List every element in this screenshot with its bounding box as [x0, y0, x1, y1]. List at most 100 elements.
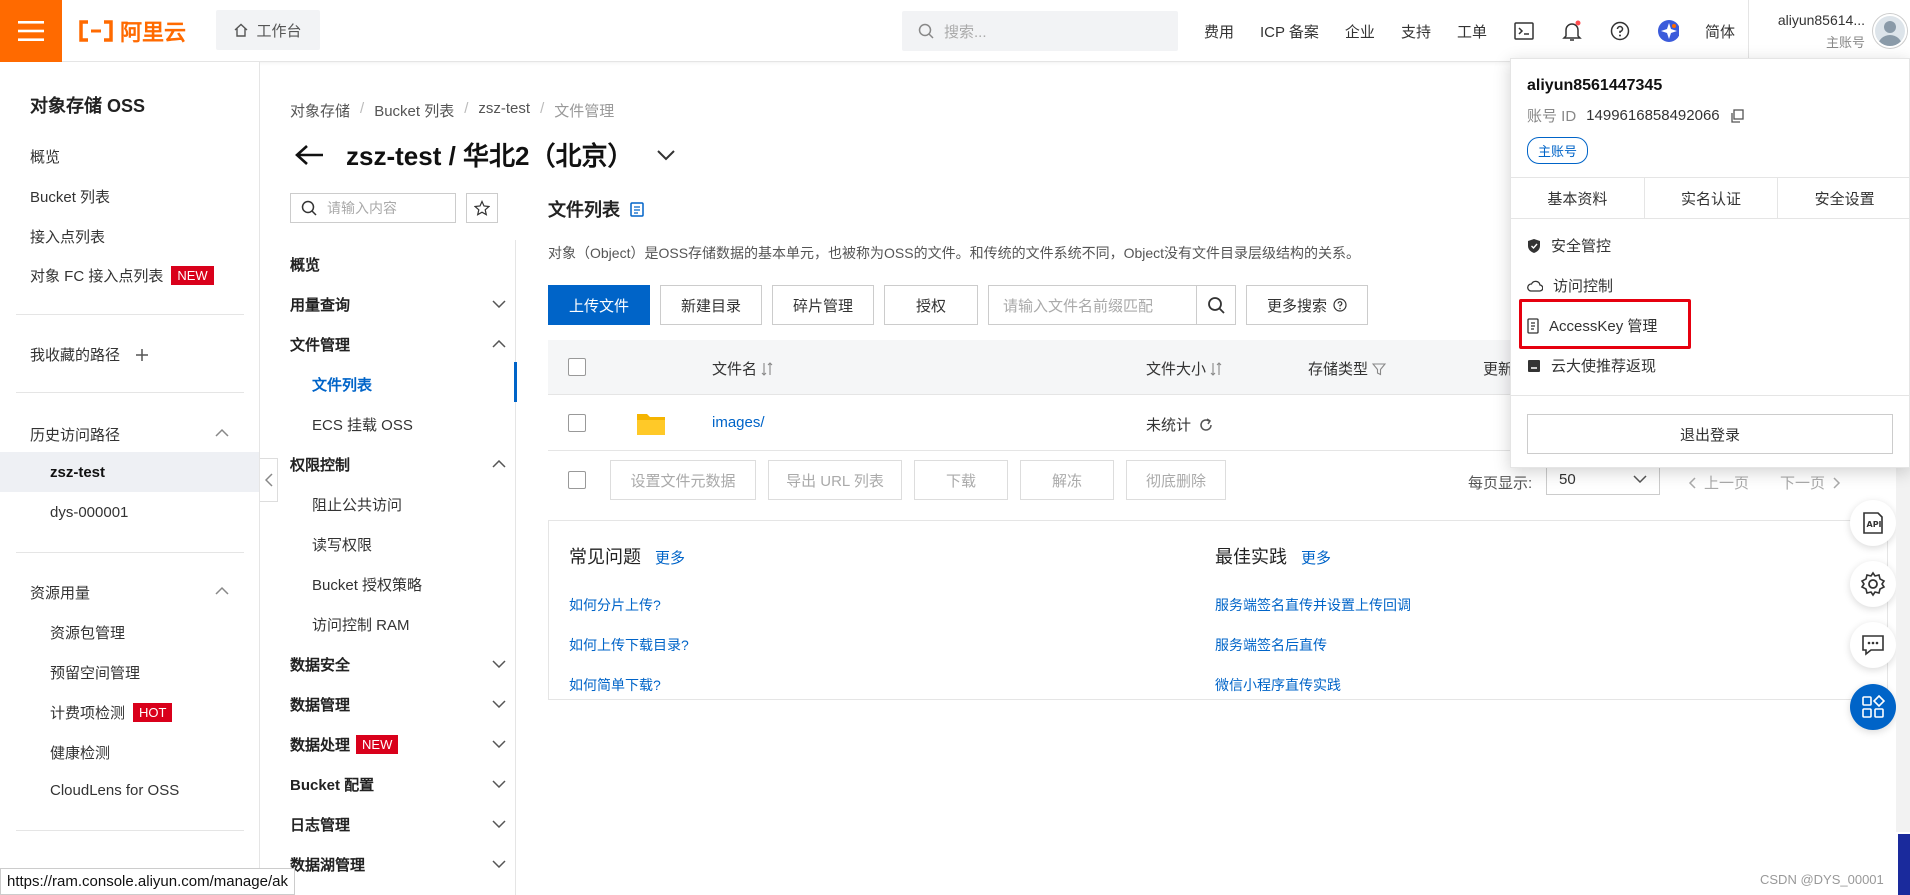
sidebar-section-resources[interactable]: 资源用量: [30, 582, 90, 603]
best-practice-link[interactable]: 微信小程序直传实践: [1215, 675, 1411, 695]
menu-item-referral[interactable]: 云大使推荐返现: [1527, 355, 1656, 376]
faq-link[interactable]: 如何上传下载目录?: [569, 635, 689, 655]
bucket-nav-usage[interactable]: 用量查询: [290, 284, 506, 324]
sidebar-collapse-button[interactable]: [260, 458, 278, 502]
file-search-button[interactable]: [1196, 285, 1236, 325]
back-arrow-icon[interactable]: [294, 143, 324, 167]
bucket-nav-data-security[interactable]: 数据安全: [290, 644, 506, 684]
favorite-star-button[interactable]: [466, 193, 498, 223]
history-item-dys[interactable]: dys-000001: [50, 504, 128, 521]
breadcrumb-oss[interactable]: 对象存储: [290, 100, 350, 121]
bucket-nav-data-management[interactable]: 数据管理: [290, 684, 506, 724]
download-button[interactable]: 下载: [914, 460, 1008, 500]
scrollbar-track[interactable]: [1896, 462, 1910, 832]
sidebar-section-history[interactable]: 历史访问路径: [30, 424, 120, 445]
nav-support[interactable]: 支持: [1401, 21, 1431, 42]
bucket-nav-bucket-config[interactable]: Bucket 配置: [290, 764, 506, 804]
plus-icon[interactable]: [134, 347, 150, 363]
footer-select-checkbox[interactable]: [568, 471, 586, 489]
faq-more-link[interactable]: 更多: [655, 547, 685, 568]
bucket-nav-ecs-mount[interactable]: ECS 挂载 OSS: [312, 404, 506, 444]
bucket-nav-data-processing[interactable]: 数据处理 NEW: [290, 724, 506, 764]
column-storage-class[interactable]: 存储类型: [1308, 358, 1387, 379]
nav-enterprise[interactable]: 企业: [1345, 21, 1375, 42]
help-icon[interactable]: [1609, 20, 1631, 42]
bucket-nav-search-input[interactable]: 请输入内容: [290, 193, 456, 223]
breadcrumb-bucket-list[interactable]: Bucket 列表: [374, 100, 454, 121]
sidebar-item-billing-check[interactable]: 计费项检测 HOT: [50, 702, 173, 723]
sidebar-item-access-points[interactable]: 接入点列表: [30, 226, 105, 247]
aliyun-logo[interactable]: 阿里云: [78, 15, 186, 47]
best-practices-more-link[interactable]: 更多: [1301, 547, 1331, 568]
sidebar-item-resource-packs[interactable]: 资源包管理: [50, 622, 125, 643]
bell-icon[interactable]: [1561, 20, 1583, 42]
column-filesize[interactable]: 文件大小: [1146, 358, 1222, 379]
refresh-icon[interactable]: [1199, 417, 1213, 432]
history-item-zsz-test[interactable]: zsz-test: [50, 464, 105, 481]
select-all-checkbox[interactable]: [568, 358, 586, 376]
language-switch[interactable]: 简体: [1705, 21, 1735, 42]
bucket-nav-file-management[interactable]: 文件管理: [290, 324, 506, 364]
chevron-up-icon[interactable]: [214, 428, 230, 438]
tab-basic-info[interactable]: 基本资料: [1511, 178, 1645, 218]
breadcrumb-bucket[interactable]: zsz-test: [478, 100, 530, 121]
bucket-nav-data-lake[interactable]: 数据湖管理: [290, 844, 506, 884]
fragment-management-button[interactable]: 碎片管理: [772, 285, 874, 325]
best-practice-link[interactable]: 服务端签名直传并设置上传回调: [1215, 595, 1411, 615]
column-updated[interactable]: 更新: [1483, 358, 1513, 379]
upload-file-button[interactable]: 上传文件: [548, 285, 650, 325]
copy-icon[interactable]: [1730, 108, 1744, 123]
column-filename[interactable]: 文件名: [712, 358, 773, 379]
menu-item-access-control[interactable]: 访问控制: [1527, 275, 1613, 296]
chevron-down-icon[interactable]: [656, 149, 676, 161]
set-metadata-button[interactable]: 设置文件元数据: [610, 460, 756, 500]
settings-float-button[interactable]: [1850, 561, 1896, 607]
scrollbar-thumb[interactable]: [1898, 834, 1910, 895]
avatar[interactable]: [1873, 14, 1907, 48]
sidebar-item-reserved-space[interactable]: 预留空间管理: [50, 662, 140, 683]
nav-ticket[interactable]: 工单: [1457, 21, 1487, 42]
sidebar-item-overview[interactable]: 概览: [30, 146, 60, 167]
feedback-float-button[interactable]: [1850, 622, 1896, 668]
bucket-nav-ram[interactable]: 访问控制 RAM: [312, 604, 506, 644]
faq-link[interactable]: 如何简单下载?: [569, 675, 689, 695]
sidebar-item-favorites[interactable]: 我收藏的路径: [30, 344, 150, 365]
ai-assistant-icon[interactable]: [1657, 20, 1679, 42]
best-practice-link[interactable]: 服务端签名后直传: [1215, 635, 1411, 655]
user-menu[interactable]: aliyun85614... 主账号: [1748, 0, 1910, 62]
export-url-button[interactable]: 导出 URL 列表: [768, 460, 902, 500]
faq-link[interactable]: 如何分片上传?: [569, 595, 689, 615]
bucket-nav-file-list[interactable]: 文件列表: [312, 364, 506, 404]
api-float-button[interactable]: API: [1850, 500, 1896, 546]
apps-float-button[interactable]: [1850, 684, 1896, 730]
tab-security-settings[interactable]: 安全设置: [1778, 178, 1910, 218]
tab-real-name[interactable]: 实名认证: [1645, 178, 1779, 218]
new-folder-button[interactable]: 新建目录: [660, 285, 762, 325]
menu-item-security-control[interactable]: 安全管控: [1527, 235, 1611, 256]
nav-icp[interactable]: ICP 备案: [1260, 21, 1319, 42]
sidebar-item-fc-access-points[interactable]: 对象 FC 接入点列表 NEW: [30, 265, 214, 286]
prev-page-button[interactable]: 上一页: [1688, 472, 1749, 493]
terminal-icon[interactable]: [1513, 20, 1535, 42]
file-name-link[interactable]: images/: [712, 414, 765, 431]
nav-billing[interactable]: 费用: [1204, 21, 1234, 42]
menu-button[interactable]: [0, 0, 62, 62]
logout-button[interactable]: 退出登录: [1527, 414, 1893, 454]
sidebar-item-cloudlens[interactable]: CloudLens for OSS: [50, 782, 179, 799]
next-page-button[interactable]: 下一页: [1780, 472, 1841, 493]
bucket-nav-overview[interactable]: 概览: [290, 244, 506, 284]
bucket-nav-block-public[interactable]: 阻止公共访问: [312, 484, 506, 524]
file-search-input[interactable]: 请输入文件名前缀匹配: [988, 285, 1196, 325]
restore-button[interactable]: 解冻: [1020, 460, 1114, 500]
bucket-nav-logs[interactable]: 日志管理: [290, 804, 506, 844]
more-search-button[interactable]: 更多搜索: [1246, 285, 1368, 325]
workbench-button[interactable]: 工作台: [216, 10, 320, 50]
row-checkbox[interactable]: [568, 414, 586, 432]
bucket-nav-acl[interactable]: 读写权限: [312, 524, 506, 564]
permanent-delete-button[interactable]: 彻底删除: [1126, 460, 1226, 500]
sidebar-item-bucket-list[interactable]: Bucket 列表: [30, 186, 110, 207]
clipboard-icon[interactable]: [630, 201, 644, 217]
sidebar-item-health-check[interactable]: 健康检测: [50, 742, 110, 763]
global-search-input[interactable]: 搜索...: [902, 11, 1178, 51]
bucket-nav-bucket-policy[interactable]: Bucket 授权策略: [312, 564, 506, 604]
